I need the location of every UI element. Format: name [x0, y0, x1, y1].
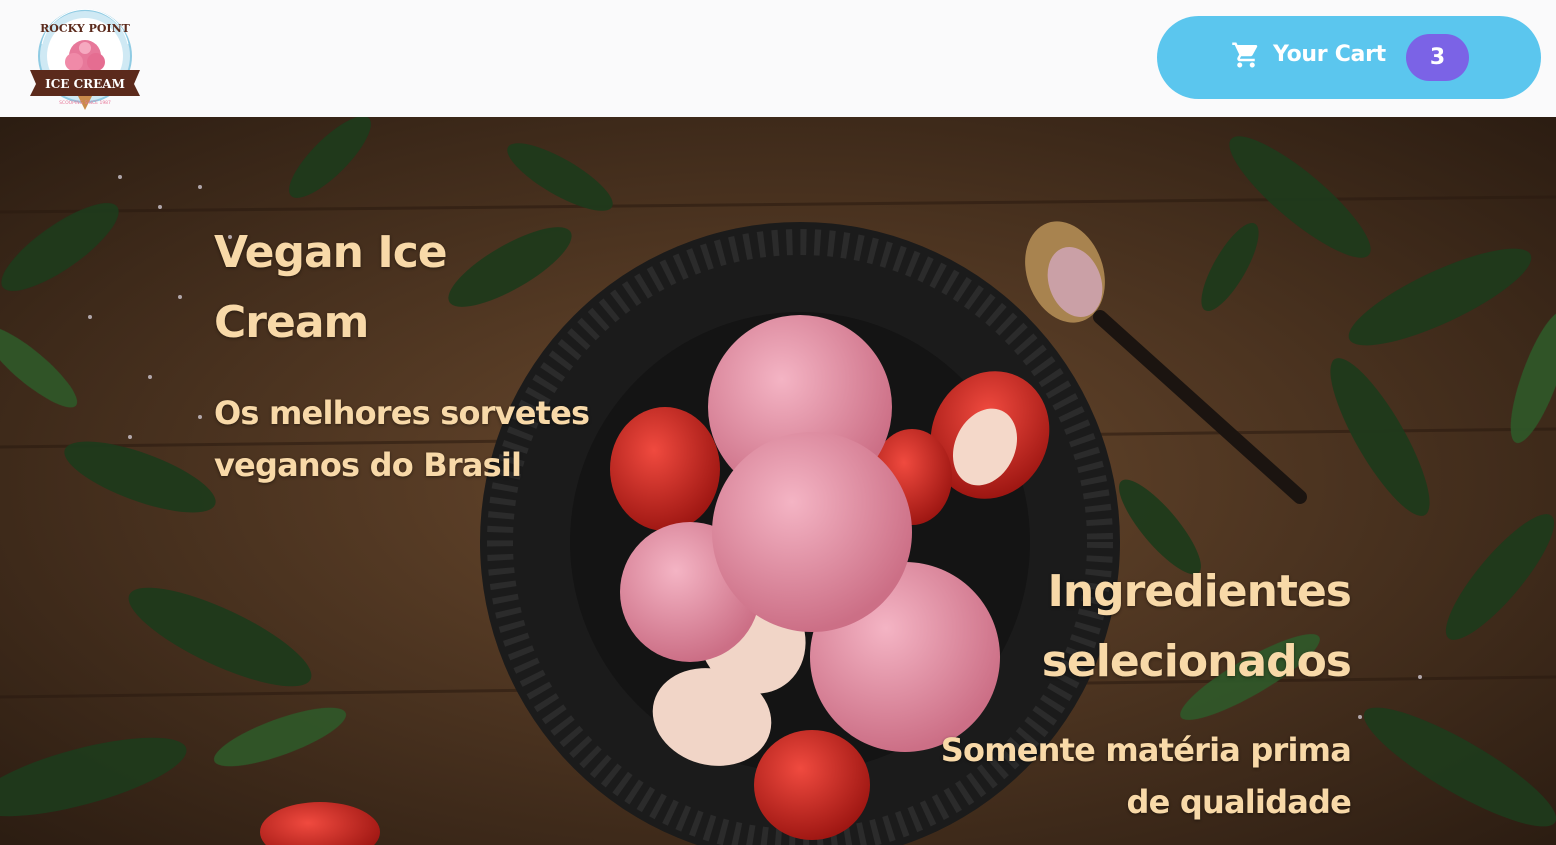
- svg-text:ROCKY POINT: ROCKY POINT: [40, 22, 130, 35]
- hero-subtitle-left: Os melhores sorvetes veganos do Brasil: [214, 394, 590, 484]
- hero-title-left: Vegan Ice Cream: [214, 227, 448, 348]
- hero-title-right: Ingredientes selecionados: [1041, 566, 1352, 687]
- brand-logo[interactable]: ROCKY POINT ICE CREAM SCOOPING SINCE 198…: [24, 6, 146, 112]
- shopping-cart-icon: [1232, 42, 1258, 68]
- svg-text:SCOOPING SINCE 1987: SCOOPING SINCE 1987: [59, 100, 111, 106]
- your-cart-button[interactable]: Your Cart 3: [1157, 16, 1541, 99]
- hero-banner: Vegan Ice Cream Os melhores sorvetes veg…: [0, 117, 1556, 845]
- cart-count-badge: 3: [1406, 34, 1469, 81]
- cart-label: Your Cart: [1273, 42, 1386, 67]
- site-header: ROCKY POINT ICE CREAM SCOOPING SINCE 198…: [0, 0, 1556, 117]
- hero-subtitle-right: Somente matéria prima de qualidade: [940, 731, 1352, 821]
- rocky-point-ice-cream-logo-icon: ROCKY POINT ICE CREAM SCOOPING SINCE 198…: [30, 8, 140, 110]
- svg-text:ICE CREAM: ICE CREAM: [45, 77, 125, 91]
